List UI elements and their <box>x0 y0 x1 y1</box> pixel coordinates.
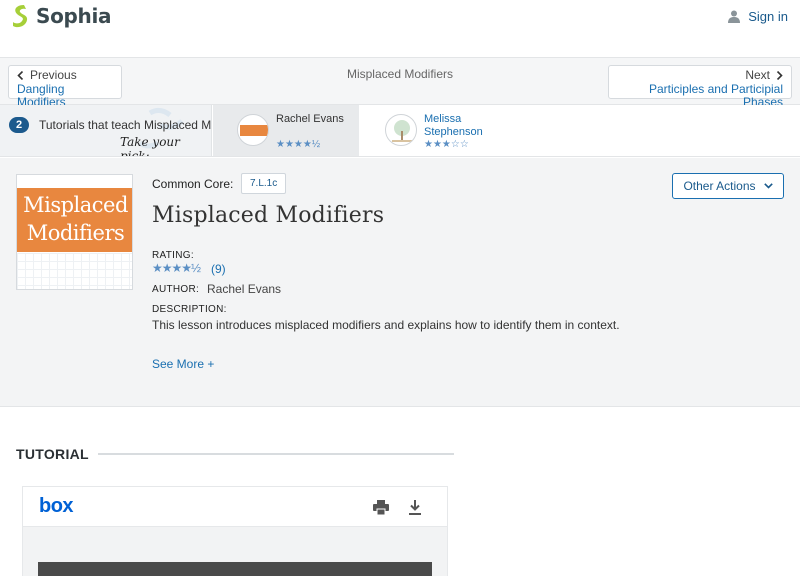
tutorial-thumbnail <box>237 114 269 146</box>
tutorials-strip: 2 Tutorials that teach Misplaced M Take … <box>0 105 800 157</box>
author-last-name: Stephenson <box>424 126 483 138</box>
document-page-preview <box>38 562 432 576</box>
tutorial-author-name: Melissa Stephenson <box>424 113 483 139</box>
tutorial-thumbnail <box>385 114 417 146</box>
lesson-description: This lesson introduces misplaced modifie… <box>152 318 620 332</box>
lesson-details-panel: Misplaced Modifiers Common Core: 7.L.1c … <box>0 158 800 407</box>
chevron-left-icon <box>17 71 24 80</box>
rating-count[interactable]: (9) <box>211 262 226 276</box>
author-label: AUTHOR: <box>152 284 200 295</box>
chevron-right-icon <box>776 71 783 80</box>
box-document-viewer[interactable]: box <box>22 486 448 576</box>
tutorials-strip-intro: 2 Tutorials that teach Misplaced M Take … <box>0 105 212 156</box>
tree-illustration-icon <box>392 120 412 142</box>
download-icon[interactable] <box>408 500 422 515</box>
cover-grid-pattern <box>17 253 132 289</box>
sophia-logo-mark-icon <box>13 5 28 28</box>
previous-lesson-button[interactable]: Previous Dangling Modifiers <box>8 65 122 109</box>
other-actions-label: Other Actions <box>683 179 756 193</box>
tutorial-card-rachel-evans[interactable]: Rachel Evans ★★★★½ <box>213 105 359 156</box>
tutorial-author-name: Rachel Evans <box>276 113 344 125</box>
chevron-down-icon <box>763 183 773 189</box>
other-actions-button[interactable]: Other Actions <box>672 173 784 199</box>
viewer-toolbar: box <box>23 487 447 527</box>
description-label: DESCRIPTION: <box>152 304 227 315</box>
signin-link[interactable]: Sign in <box>728 9 788 24</box>
common-core-standard-badge[interactable]: 7.L.1c <box>241 173 287 194</box>
tutorial-rating-stars: ★★★☆☆ <box>424 139 469 150</box>
sophia-logo[interactable]: Sophia <box>10 4 112 28</box>
user-icon <box>728 10 741 23</box>
print-icon[interactable] <box>373 500 389 515</box>
lesson-cover-image: Misplaced Modifiers <box>16 174 133 290</box>
box-logo: box <box>39 495 74 517</box>
lesson-title: Misplaced Modifiers <box>152 203 385 228</box>
tutorial-count-badge: 2 <box>9 117 29 133</box>
common-core-label: Common Core: <box>152 177 234 191</box>
tutorial-card-melissa-stephenson[interactable]: Melissa Stephenson ★★★☆☆ <box>360 105 510 156</box>
see-more-link[interactable]: See More + <box>152 357 214 371</box>
cover-title-line2: Modifiers <box>26 221 125 245</box>
author-first-name: Melissa <box>424 113 462 125</box>
rating-stars: ★★★★½ <box>152 261 201 275</box>
tutorial-rating-stars: ★★★★½ <box>276 139 321 150</box>
take-your-pick-text: Take your pick: <box>120 135 180 156</box>
tutorial-section-heading: TUTORIAL <box>16 446 89 462</box>
next-lesson-button[interactable]: Next Participles and Participial Phases <box>608 65 792 109</box>
signin-label: Sign in <box>748 9 788 24</box>
lesson-nav-bar: Previous Dangling Modifiers Misplaced Mo… <box>0 57 800 109</box>
author-name: Rachel Evans <box>207 282 282 296</box>
next-label: Next <box>745 68 770 82</box>
current-lesson-title: Misplaced Modifiers <box>346 67 454 81</box>
rating-label: RATING: <box>152 250 194 261</box>
site-header: Sophia Sign in <box>0 0 800 36</box>
cover-title-line1: Misplaced <box>23 193 128 217</box>
tutorials-strip-text: Tutorials that teach Misplaced M <box>39 118 212 132</box>
previous-label: Previous <box>30 68 77 82</box>
heading-divider <box>98 453 454 455</box>
logo-text: Sophia <box>36 4 112 28</box>
